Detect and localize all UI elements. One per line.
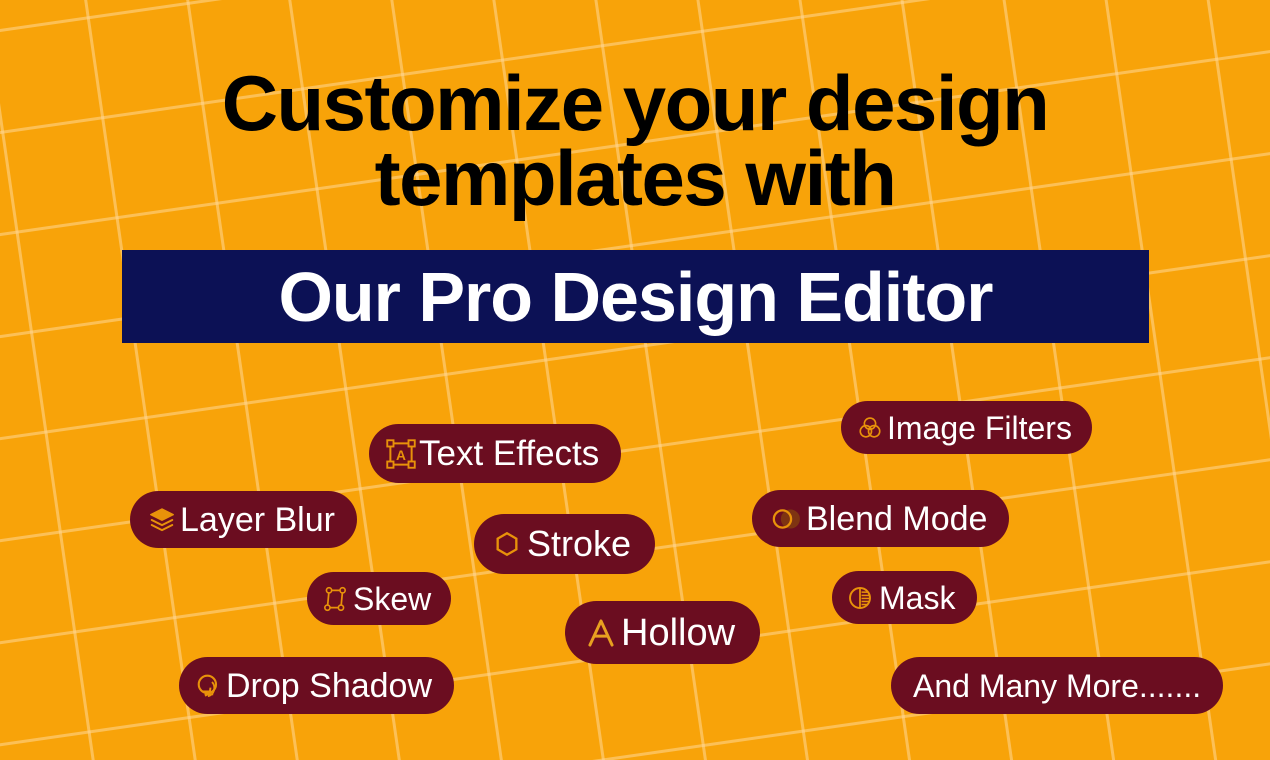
- outlined-letter-a-icon: [584, 616, 618, 650]
- feature-pill-label: Hollow: [621, 611, 736, 654]
- page-title: Customize your design templates with: [0, 59, 1270, 222]
- stacked-layers-icon: [148, 506, 176, 534]
- feature-pill-label: Blend Mode: [806, 499, 988, 538]
- two-overlapping-circles-icon: [770, 504, 804, 534]
- feature-pill-text-effects[interactable]: A Text Effects: [369, 424, 622, 483]
- feature-pill-label: Skew: [353, 580, 432, 617]
- feature-pill-label: And Many More.......: [913, 667, 1202, 704]
- circle-with-shadow-icon: [195, 672, 223, 700]
- feature-pill-label: Stroke: [527, 523, 632, 564]
- feature-pill-label: Mask: [879, 579, 956, 616]
- headline-line-2: templates with: [374, 133, 897, 222]
- feature-pill-label: Text Effects: [419, 434, 600, 473]
- hexagon-outline-icon: [493, 530, 521, 558]
- feature-pill-hollow[interactable]: Hollow: [565, 601, 761, 664]
- skew-transform-box-icon: [322, 586, 348, 612]
- promo-banner-canvas: Customize your design templates with Our…: [0, 0, 1270, 760]
- text-transform-box-icon: A: [386, 438, 416, 469]
- feature-pill-layer-blur[interactable]: Layer Blur: [130, 491, 357, 548]
- feature-pill-image-filters[interactable]: Image Filters: [841, 401, 1092, 454]
- feature-pill-mask[interactable]: Mask: [832, 571, 978, 624]
- feature-pill-label: Layer Blur: [180, 500, 335, 539]
- headline-line-1: Customize your design: [221, 59, 1050, 147]
- feature-pill-and-many-more[interactable]: And Many More.......: [891, 657, 1224, 714]
- feature-pill-blend-mode[interactable]: Blend Mode: [752, 490, 1010, 547]
- feature-pill-stroke[interactable]: Stroke: [474, 514, 656, 574]
- svg-text:A: A: [396, 447, 406, 462]
- banner-title: Our Pro Design Editor: [278, 257, 993, 336]
- half-filled-circle-icon: [847, 585, 873, 611]
- feature-pill-label: Drop Shadow: [226, 666, 433, 705]
- overlapping-three-circles-icon: [857, 415, 883, 441]
- feature-pill-label: Image Filters: [887, 409, 1072, 446]
- feature-pill-skew[interactable]: Skew: [307, 572, 452, 625]
- highlight-banner: Our Pro Design Editor: [122, 250, 1149, 343]
- feature-pill-drop-shadow[interactable]: Drop Shadow: [179, 657, 455, 714]
